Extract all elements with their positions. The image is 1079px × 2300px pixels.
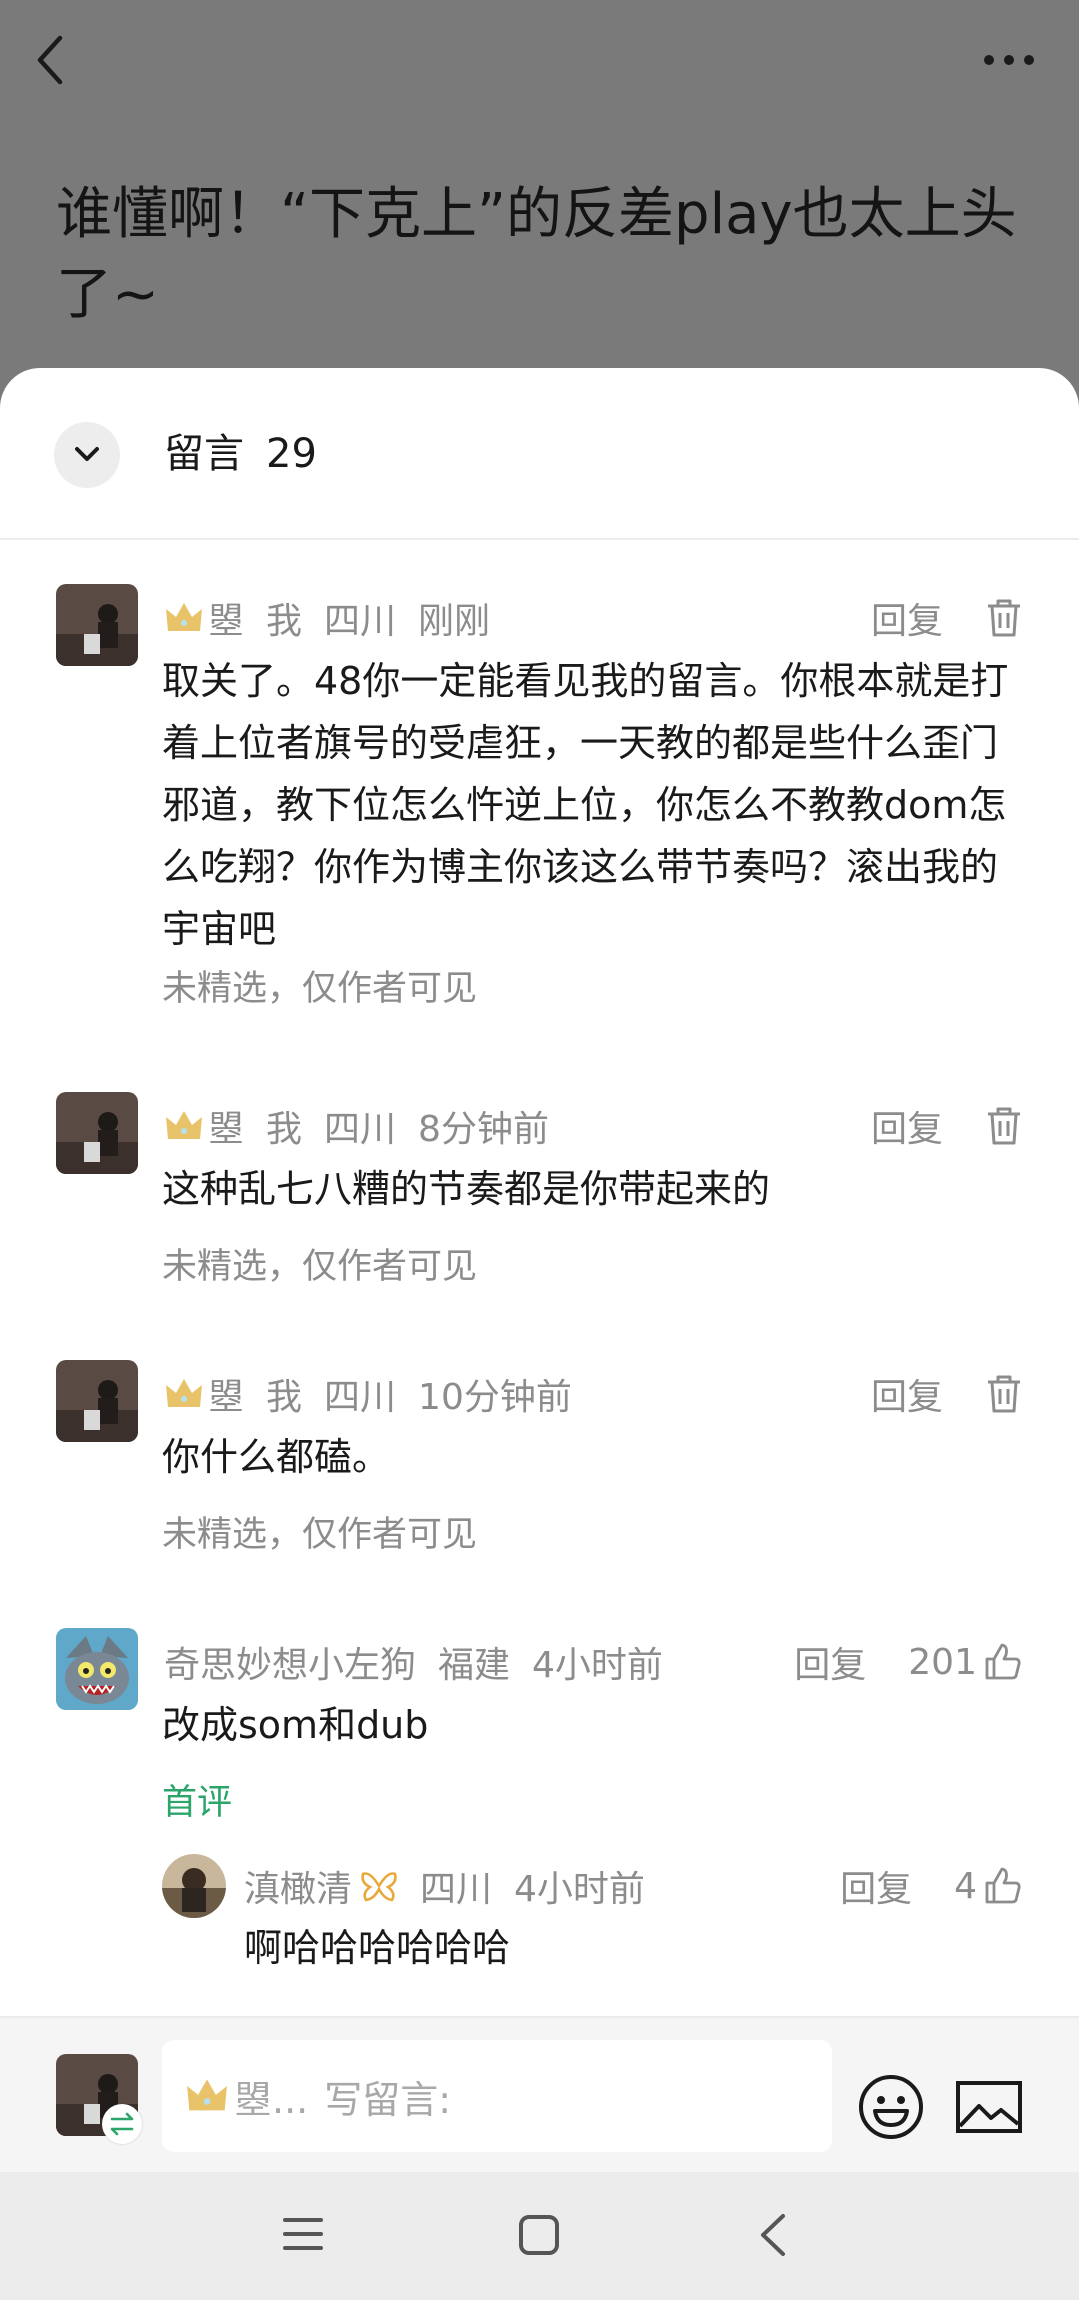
avatar-image	[56, 1360, 138, 1442]
reply-text: 啊哈哈哈哈哈哈	[244, 1926, 511, 1970]
me-tag: 我	[266, 1377, 303, 1418]
like-count: 4	[954, 1865, 977, 1907]
comment-time: 刚刚	[418, 601, 491, 642]
visibility-note: 未精选，仅作者可见	[162, 969, 478, 1009]
reply-actions: 回复 4	[840, 1858, 1023, 1914]
avatar[interactable]	[56, 1092, 138, 1174]
crown-icon	[166, 1111, 202, 1139]
emoji-button[interactable]	[857, 2073, 925, 2141]
switch-account-button[interactable]	[102, 2104, 142, 2144]
trash-icon[interactable]	[985, 598, 1023, 638]
menu-icon	[283, 2218, 323, 2250]
comment-time: 4小时前	[532, 1645, 663, 1686]
avatar[interactable]	[56, 1360, 138, 1442]
comment-username[interactable]: 奇思妙想小左狗	[164, 1636, 416, 1688]
comment-actions: 回复	[871, 590, 1023, 646]
me-tag: 我	[266, 1109, 303, 1150]
input-placeholder-text: 写留言:	[324, 2077, 452, 2122]
visibility-note: 未精选，仅作者可见	[162, 1247, 478, 1287]
comments-sheet: 留言 29 曌 我 四川 刚刚 回复 取关了。48你一定能看见我的留言。你根本就…	[0, 368, 1079, 2300]
back-arrow-icon	[761, 2214, 785, 2256]
comment-text: 改成som和dub	[162, 1703, 429, 1747]
comment-time: 8分钟前	[418, 1109, 549, 1150]
comment-username[interactable]: 曌	[208, 1368, 244, 1420]
comment-text: 你什么都磕。	[162, 1435, 391, 1479]
avatar-image	[56, 584, 138, 666]
avatar-image	[56, 1628, 138, 1710]
sheet-header: 留言 29	[0, 368, 1079, 540]
image-button[interactable]	[955, 2080, 1023, 2134]
reply-avatar[interactable]	[162, 1854, 226, 1918]
comment-count: 29	[266, 431, 317, 477]
comment-input[interactable]: 曌... 写留言:	[162, 2040, 832, 2152]
sheet-title-label: 留言	[164, 431, 244, 477]
more-button[interactable]	[979, 40, 1039, 80]
comment-location: 福建	[438, 1645, 511, 1686]
like-button[interactable]: 4	[954, 1866, 1023, 1907]
image-icon	[956, 2081, 1022, 2133]
comment-text: 这种乱七八糟的节奏都是你带起来的	[162, 1167, 771, 1211]
recent-apps-button[interactable]	[282, 2214, 324, 2258]
article-title: 谁懂啊！“下克上”的反差play也太上头了~	[56, 182, 1017, 327]
comment-actions: 回复	[871, 1098, 1023, 1154]
comment-meta: 曌 我 四川 刚刚	[164, 590, 512, 646]
comment-actions: 回复	[871, 1366, 1023, 1422]
first-comment-badge: 首评	[162, 1783, 233, 1823]
system-nav-bar	[0, 2172, 1079, 2300]
input-placeholder-name: 曌...	[234, 2077, 309, 2122]
chevron-down-icon	[75, 447, 99, 461]
comment-location: 四川	[324, 1377, 397, 1418]
avatar[interactable]	[56, 584, 138, 666]
swap-icon	[110, 2112, 134, 2136]
thumbs-up-icon	[985, 1867, 1021, 1904]
home-square-icon	[519, 2215, 559, 2255]
home-button[interactable]	[518, 2214, 560, 2260]
emoji-icon	[859, 2075, 923, 2139]
comment-meta: 曌 我 四川 10分钟前	[164, 1366, 594, 1422]
comment-meta: 奇思妙想小左狗 福建 4小时前	[164, 1634, 685, 1690]
back-button[interactable]	[30, 30, 80, 90]
me-tag: 我	[266, 601, 303, 642]
reply-button[interactable]: 回复	[794, 1636, 866, 1688]
like-button[interactable]: 201	[908, 1642, 1023, 1683]
avatar-image	[56, 1092, 138, 1174]
reply-location: 四川	[420, 1869, 493, 1910]
trash-icon[interactable]	[985, 1106, 1023, 1146]
avatar[interactable]	[56, 1628, 138, 1710]
collapse-button[interactable]	[54, 422, 120, 488]
system-back-button[interactable]	[755, 2212, 791, 2262]
top-bar	[0, 0, 1079, 120]
more-dots-icon	[984, 55, 1034, 65]
reply-meta: 滇橄清 四川 4小时前	[244, 1858, 667, 1914]
avatar-image	[162, 1854, 226, 1918]
reply-button[interactable]: 回复	[840, 1860, 912, 1912]
thumbs-up-icon	[985, 1643, 1021, 1680]
sheet-title: 留言 29	[164, 424, 317, 484]
comment-location: 四川	[324, 601, 397, 642]
comment-username[interactable]: 曌	[208, 592, 244, 644]
reply-button[interactable]: 回复	[871, 1368, 943, 1420]
comment-input-bar: 曌... 写留言:	[0, 2016, 1079, 2172]
visibility-note: 未精选，仅作者可见	[162, 1515, 478, 1555]
reply-button[interactable]: 回复	[871, 592, 943, 644]
trash-icon[interactable]	[985, 1374, 1023, 1414]
comment-actions: 回复 201	[794, 1634, 1023, 1690]
comment-username[interactable]: 曌	[208, 1100, 244, 1152]
comment-meta: 曌 我 四川 8分钟前	[164, 1098, 571, 1154]
comment-time: 10分钟前	[418, 1377, 572, 1418]
chevron-left-icon	[37, 35, 63, 85]
reply-username[interactable]: 滇橄清	[244, 1860, 352, 1912]
butterfly-icon	[361, 1872, 397, 1902]
crown-icon	[166, 603, 202, 631]
reply-time: 4小时前	[514, 1869, 645, 1910]
like-count: 201	[908, 1641, 977, 1683]
comment-location: 四川	[324, 1109, 397, 1150]
crown-icon	[166, 1379, 202, 1407]
reply-button[interactable]: 回复	[871, 1100, 943, 1152]
comment-text: 取关了。48你一定能看见我的留言。你根本就是打着上位者旗号的受虐狂，一天教的都是…	[162, 659, 1009, 951]
crown-icon	[187, 2079, 227, 2111]
